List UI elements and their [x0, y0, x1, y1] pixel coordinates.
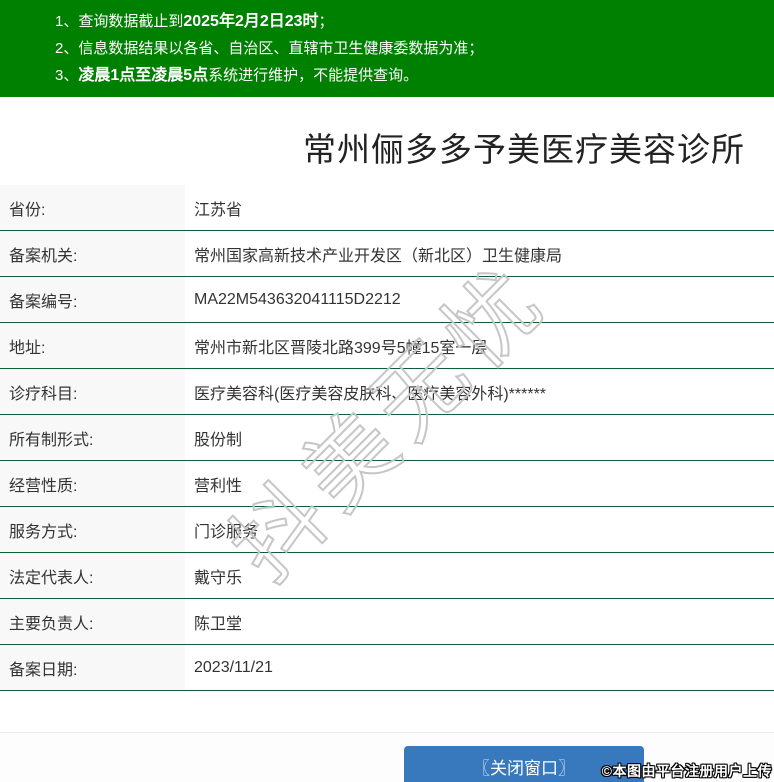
- footer-bar: 〖关闭窗口〗: [0, 732, 774, 782]
- title-section: 常州俪多多予美医疗美容诊所: [0, 97, 774, 185]
- row-value: MA22M543632041115D2212: [194, 290, 401, 308]
- row-value: 江苏省: [194, 201, 243, 219]
- notice-line-1-bold: 2025年2月2日23时: [183, 13, 319, 30]
- content-canvas: 1、查询数据截止到2025年2月2日23时； 2、信息数据结果以各省、自治区、直…: [0, 0, 774, 782]
- info-table: 省份: 江苏省 备案机关: 常州国家高新技术产业开发区（新北区）卫生健康局 备案…: [0, 185, 774, 691]
- table-row-filing-authority: 备案机关: 常州国家高新技术产业开发区（新北区）卫生健康局: [0, 231, 774, 277]
- row-value: 医疗美容科(医疗美容皮肤科、医疗美容外科)******: [194, 385, 547, 403]
- row-label: 法定代表人:: [0, 553, 185, 598]
- table-row-ownership-form: 所有制形式: 股份制: [0, 415, 774, 461]
- table-row-filing-number: 备案编号: MA22M543632041115D2212: [0, 277, 774, 323]
- row-label: 诊疗科目:: [0, 369, 185, 414]
- query-result-page: 1、查询数据截止到2025年2月2日23时； 2、信息数据结果以各省、自治区、直…: [0, 0, 774, 782]
- notice-line-3-bold: 凌晨1点至凌晨5点: [78, 67, 209, 84]
- row-value: 常州国家高新技术产业开发区（新北区）卫生健康局: [194, 247, 563, 265]
- notice-line-1: 1、查询数据截止到2025年2月2日23时；: [55, 8, 774, 35]
- row-label: 备案机关:: [0, 231, 185, 276]
- notice-line-3: 3、凌晨1点至凌晨5点系统进行维护，不能提供查询。: [55, 62, 774, 89]
- notice-line-3-suffix: 系统进行维护，不能提供查询。: [208, 67, 419, 84]
- row-value: 门诊服务: [194, 523, 259, 541]
- table-row-service-mode: 服务方式: 门诊服务: [0, 507, 774, 553]
- row-value: 常州市新北区晋陵北路399号5幢15室一层: [194, 339, 488, 357]
- table-row-operating-nature: 经营性质: 营利性: [0, 461, 774, 507]
- table-row-province: 省份: 江苏省: [0, 185, 774, 231]
- row-value: 股份制: [194, 431, 243, 449]
- row-value: 戴守乐: [194, 569, 243, 587]
- row-label: 主要负责人:: [0, 599, 185, 644]
- row-value: 陈卫堂: [194, 615, 243, 633]
- table-row-legal-representative: 法定代表人: 戴守乐: [0, 553, 774, 599]
- table-row-principal: 主要负责人: 陈卫堂: [0, 599, 774, 645]
- row-value: 营利性: [194, 477, 243, 495]
- close-window-button[interactable]: 〖关闭窗口〗: [404, 746, 644, 782]
- row-label: 省份:: [0, 185, 185, 230]
- table-row-address: 地址: 常州市新北区晋陵北路399号5幢15室一层: [0, 323, 774, 369]
- page-title: 常州俪多多予美医疗美容诊所: [303, 131, 745, 168]
- notice-line-1-suffix: ；: [318, 13, 334, 30]
- notice-line-2-text: 2、信息数据结果以各省、自治区、直辖市卫生健康委数据为准；: [55, 40, 484, 57]
- row-label: 备案日期:: [0, 645, 185, 690]
- row-label: 经营性质:: [0, 461, 185, 506]
- notice-banner: 1、查询数据截止到2025年2月2日23时； 2、信息数据结果以各省、自治区、直…: [0, 0, 774, 97]
- row-label: 服务方式:: [0, 507, 185, 552]
- notice-line-1-text: 1、查询数据截止到: [55, 13, 184, 30]
- table-row-treatment-subjects: 诊疗科目: 医疗美容科(医疗美容皮肤科、医疗美容外科)******: [0, 369, 774, 415]
- notice-line-3-text: 3、: [55, 67, 79, 84]
- notice-line-2: 2、信息数据结果以各省、自治区、直辖市卫生健康委数据为准；: [55, 35, 774, 62]
- row-label: 所有制形式:: [0, 415, 185, 460]
- table-row-filing-date: 备案日期: 2023/11/21: [0, 645, 774, 691]
- row-value: 2023/11/21: [194, 658, 273, 676]
- row-label: 备案编号:: [0, 277, 185, 322]
- row-label: 地址:: [0, 323, 185, 368]
